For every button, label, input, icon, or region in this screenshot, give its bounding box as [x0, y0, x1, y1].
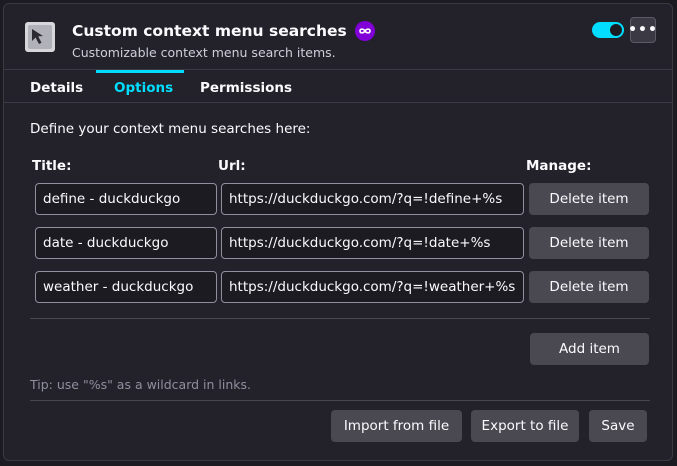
tab-details[interactable]: Details: [30, 80, 83, 96]
add-item-button[interactable]: Add item: [530, 333, 649, 365]
url-field[interactable]: https://duckduckgo.com/?q=!date+%s: [221, 227, 524, 259]
enable-toggle[interactable]: [592, 22, 624, 38]
toggle-knob: [610, 24, 622, 36]
save-button[interactable]: Save: [589, 410, 647, 442]
column-header-manage: Manage:: [526, 158, 592, 174]
addon-subtitle: Customizable context menu search items.: [72, 45, 336, 60]
delete-item-button[interactable]: Delete item: [529, 227, 649, 259]
title-field[interactable]: weather - duckduckgo: [35, 271, 217, 303]
tab-options[interactable]: Options: [114, 80, 173, 96]
column-header-title: Title:: [32, 158, 72, 174]
addon-title: Custom context menu searches: [72, 22, 347, 40]
column-header-url: Url:: [218, 158, 246, 174]
delete-item-button[interactable]: Delete item: [529, 271, 649, 303]
title-field[interactable]: date - duckduckgo: [35, 227, 217, 259]
addon-title-row: Custom context menu searches: [72, 21, 375, 41]
addon-card: Custom context menu searches Customizabl…: [3, 3, 673, 461]
more-options-button[interactable]: •••: [628, 17, 657, 43]
delete-item-button[interactable]: Delete item: [529, 183, 649, 215]
divider: [4, 102, 672, 103]
url-field[interactable]: https://duckduckgo.com/?q=!define+%s: [221, 183, 524, 215]
infinity-badge-icon: [354, 21, 375, 41]
wildcard-tip: Tip: use "%s" as a wildcard in links.: [30, 377, 252, 392]
options-intro: Define your context menu searches here:: [30, 121, 311, 137]
extension-icon: [25, 22, 55, 52]
title-field[interactable]: define - duckduckgo: [35, 183, 217, 215]
export-to-file-button[interactable]: Export to file: [471, 410, 579, 442]
active-tab-indicator: [96, 70, 184, 73]
url-field[interactable]: https://duckduckgo.com/?q=!weather+%s: [221, 271, 524, 303]
divider: [30, 318, 650, 319]
tab-permissions[interactable]: Permissions: [200, 80, 292, 96]
divider: [30, 400, 650, 401]
import-from-file-button[interactable]: Import from file: [331, 410, 462, 442]
